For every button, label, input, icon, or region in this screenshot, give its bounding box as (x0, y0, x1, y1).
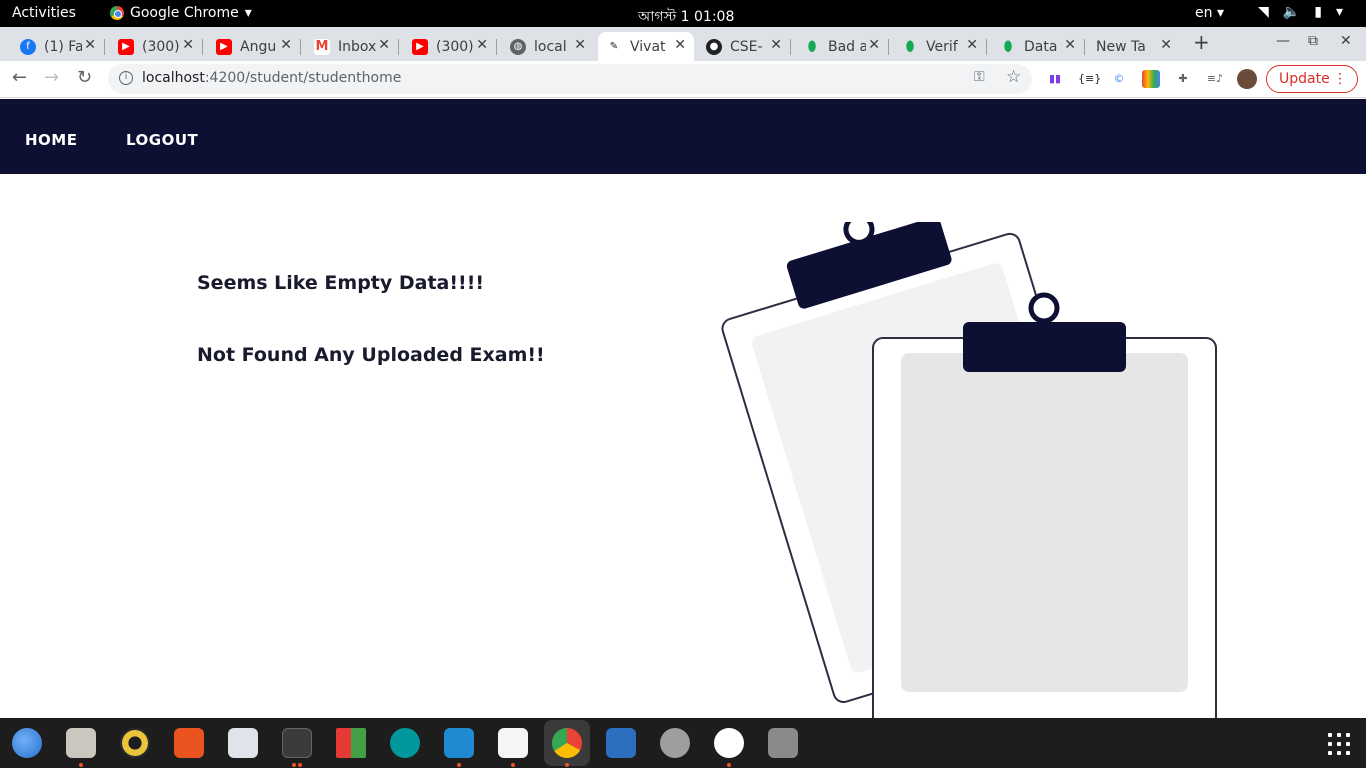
mongodb-compass-icon[interactable] (714, 728, 744, 758)
activities-button[interactable]: Activities (12, 5, 76, 21)
close-icon[interactable]: ✕ (1160, 37, 1172, 53)
tab-github[interactable]: ● CSE- ✕ (698, 32, 791, 61)
youtube-icon: ▶ (412, 38, 428, 55)
chrome-icon (110, 6, 124, 20)
arduino-icon[interactable] (390, 728, 420, 758)
close-icon[interactable]: ✕ (966, 37, 978, 53)
address-bar[interactable]: i localhost:4200/student/studenthome ⚿ ☆ (108, 64, 1032, 94)
extension-icon-3[interactable]: © (1110, 70, 1128, 88)
vscode-icon[interactable] (444, 728, 474, 758)
mongodb-icon: ⬮ (1003, 38, 1013, 55)
back-icon[interactable]: ← (12, 67, 27, 88)
chevron-down-icon: ▾ (1335, 4, 1343, 20)
browser-toolbar: ← → ↻ i localhost:4200/student/studentho… (0, 61, 1366, 98)
close-icon[interactable]: ✕ (476, 37, 488, 53)
close-icon[interactable]: ✕ (674, 37, 686, 53)
update-button[interactable]: Update ⋮ (1266, 65, 1358, 93)
tab-facebook[interactable]: f (1) Fa ✕ (12, 32, 105, 61)
nav-logout-link[interactable]: LOGOUT (126, 131, 198, 149)
wifi-icon: ◥ (1258, 4, 1269, 20)
restore-icon[interactable]: ⧉ (1308, 33, 1318, 49)
system-tray[interactable]: ◥ 🔈 ▮ ▾ (1258, 4, 1343, 20)
site-info-icon[interactable]: i (119, 71, 133, 85)
tab-vivat-active[interactable]: ✎ Vivat ✕ (598, 32, 694, 61)
clock[interactable]: আগস্ট 1 01:08 (638, 5, 734, 29)
key-icon[interactable]: ⚿ (974, 69, 985, 85)
reload-icon[interactable]: ↻ (77, 67, 92, 88)
files-icon[interactable] (66, 728, 96, 758)
empty-clipboard-illustration (721, 222, 1217, 718)
app-navbar: HOME LOGOUT (0, 99, 1366, 174)
close-icon[interactable]: ✕ (770, 37, 782, 53)
close-icon[interactable]: ✕ (280, 37, 292, 53)
dock (0, 718, 1366, 768)
github-icon: ● (706, 38, 722, 55)
mongodb-icon: ⬮ (905, 38, 915, 55)
tab-localhost[interactable]: ◍ local ✕ (502, 32, 594, 61)
youtube-icon: ▶ (118, 38, 134, 55)
tab-gmail[interactable]: M Inbox ✕ (306, 32, 399, 61)
empty-data-message: Seems Like Empty Data!!!! (197, 272, 485, 294)
show-applications-icon[interactable] (1328, 733, 1350, 755)
json-extension-icon[interactable]: {≡} (1078, 70, 1101, 88)
globe-icon: ◍ (510, 38, 526, 55)
mongodb-icon: ⬮ (807, 38, 817, 55)
tab-youtube-2[interactable]: ▶ Angu ✕ (208, 32, 301, 61)
new-tab-icon[interactable]: + (1193, 30, 1210, 54)
software-center-icon[interactable] (174, 728, 204, 758)
volume-icon: 🔈 (1282, 4, 1301, 20)
gmail-icon: M (314, 38, 330, 55)
facebook-icon: f (20, 38, 36, 55)
chrome-icon[interactable] (552, 728, 582, 758)
close-icon[interactable]: ✕ (868, 37, 880, 53)
page-icon: ✎ (606, 38, 622, 55)
close-icon[interactable]: ✕ (84, 37, 96, 53)
close-icon[interactable]: ✕ (182, 37, 194, 53)
minimize-icon[interactable]: — (1276, 33, 1290, 49)
chevron-down-icon: ▾ (244, 5, 252, 21)
document-viewer-icon[interactable] (606, 728, 636, 758)
more-vert-icon: ⋮ (1333, 71, 1347, 87)
not-found-message: Not Found Any Uploaded Exam!! (197, 344, 545, 366)
winapp-icon[interactable] (336, 728, 366, 758)
battery-icon: ▮ (1314, 4, 1322, 20)
app-menu-label: Google Chrome (130, 5, 239, 21)
url-text[interactable]: localhost:4200/student/studenthome (142, 70, 401, 86)
forward-icon[interactable]: → (44, 67, 59, 88)
terminal-icon[interactable] (282, 728, 312, 758)
extension-icon-1[interactable]: ▮▮ (1046, 70, 1064, 88)
tab-mongodb-1[interactable]: ⬮ Bad a ✕ (796, 32, 889, 61)
screen-reader-icon[interactable] (228, 728, 258, 758)
tab-new-tab[interactable]: New Tab ✕ (1088, 32, 1180, 61)
bookmark-star-icon[interactable]: ☆ (1006, 67, 1021, 87)
close-icon[interactable]: ✕ (378, 37, 390, 53)
youtube-icon: ▶ (216, 38, 232, 55)
tab-strip: f (1) Fa ✕ ▶ (300) ✕ ▶ Angu ✕ M Inbox ✕ … (0, 27, 1366, 61)
extensions-puzzle-icon[interactable]: ✚ (1174, 70, 1192, 88)
close-icon[interactable]: ✕ (1064, 37, 1076, 53)
tab-youtube-3[interactable]: ▶ (300) ✕ (404, 32, 497, 61)
profile-avatar[interactable] (1237, 69, 1257, 89)
tab-mongodb-3[interactable]: ⬮ Data ✕ (992, 32, 1085, 61)
app-menu[interactable]: Google Chrome ▾ (110, 5, 252, 21)
colorpicker-extension-icon[interactable] (1142, 70, 1160, 88)
close-icon[interactable]: ✕ (574, 37, 586, 53)
settings-icon[interactable] (660, 728, 690, 758)
close-window-icon[interactable]: ✕ (1340, 33, 1352, 49)
disk-icon[interactable] (768, 728, 798, 758)
language-indicator[interactable]: en ▾ (1195, 5, 1224, 21)
system-top-bar: Activities Google Chrome ▾ আগস্ট 1 01:08… (0, 0, 1366, 27)
nav-home-link[interactable]: HOME (25, 131, 77, 149)
rhythmbox-icon[interactable] (120, 728, 150, 758)
media-control-icon[interactable]: ≡♪ (1206, 70, 1224, 88)
tab-youtube-1[interactable]: ▶ (300) ✕ (110, 32, 203, 61)
text-editor-icon[interactable] (498, 728, 528, 758)
thunderbird-icon[interactable] (12, 728, 42, 758)
tab-mongodb-2[interactable]: ⬮ Verif ✕ (894, 32, 987, 61)
